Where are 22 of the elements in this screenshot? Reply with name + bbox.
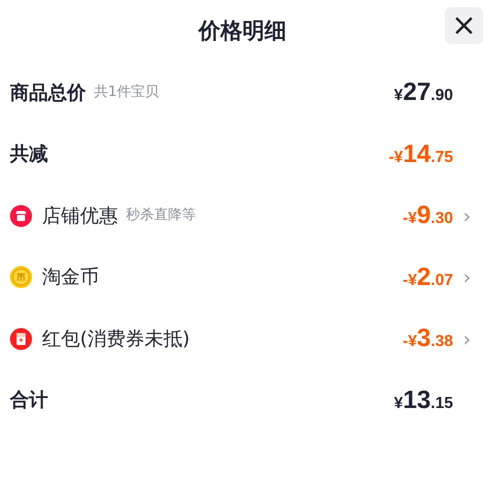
price-value: ¥27.90: [394, 77, 453, 108]
envelope-icon: [10, 328, 32, 350]
row-label: 共减: [10, 142, 48, 167]
price-value: ¥13.15: [394, 384, 453, 416]
coin-icon: [10, 266, 32, 288]
price-value: -¥9.30: [402, 200, 453, 231]
chevron-icon[interactable]: ›: [457, 262, 471, 292]
price-value: -¥14.75: [388, 138, 453, 170]
close-button[interactable]: ×: [445, 7, 483, 44]
sheet-title: 价格明细: [198, 18, 286, 46]
price-value: -¥2.07: [402, 262, 453, 292]
row-label: 红包(消费券未抵): [42, 326, 190, 352]
row-label: 淘金币: [42, 265, 99, 290]
price-value: -¥3.38: [402, 323, 453, 354]
chevron-icon[interactable]: ›: [457, 324, 471, 354]
row-note: 共1件宝贝: [94, 83, 159, 102]
shop-icon: [10, 204, 32, 227]
row-label: 商品总价: [10, 80, 86, 106]
row-label: 店铺优惠: [42, 204, 118, 228]
chevron-icon[interactable]: ›: [457, 200, 471, 231]
row-note: 秒杀直降等: [126, 206, 196, 226]
row-label: 合计: [10, 388, 48, 413]
